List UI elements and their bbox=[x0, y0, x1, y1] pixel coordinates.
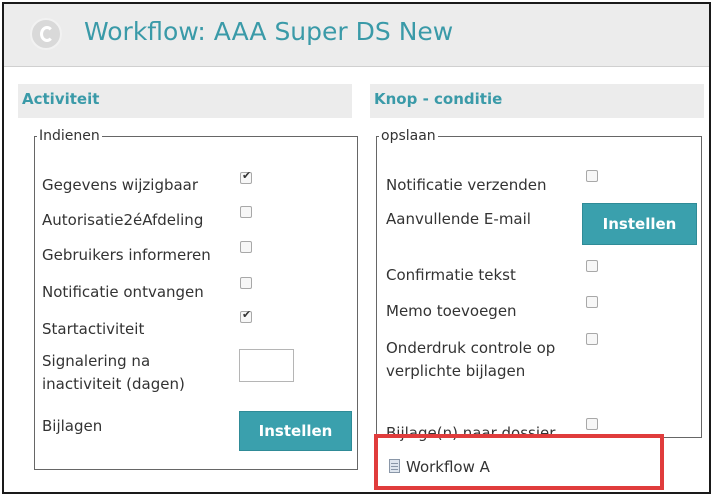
onderdruk-controle-checkbox[interactable] bbox=[586, 333, 598, 345]
knop-conditie-header-label: Knop - conditie bbox=[374, 90, 503, 108]
autorisatie-afdeling-checkbox[interactable] bbox=[240, 206, 252, 218]
workflow-window: Workflow: AAA Super DS New Activiteit Kn… bbox=[2, 2, 711, 494]
bijlagen-label: Bijlagen bbox=[42, 417, 103, 435]
email-instellen-button[interactable]: Instellen bbox=[582, 203, 697, 245]
page-title: Workflow: AAA Super DS New bbox=[84, 17, 454, 46]
onderdruk-controle-label-line1: Onderdruk controle op bbox=[386, 339, 556, 357]
aanvullende-email-label: Aanvullende E-mail bbox=[386, 210, 531, 228]
gegevens-wijzigbaar-label: Gegevens wijzigbaar bbox=[42, 176, 199, 194]
indienen-legend: Indienen bbox=[39, 128, 100, 144]
signalering-label-line2: inactiviteit (dagen) bbox=[42, 375, 185, 393]
gegevens-wijzigbaar-checkbox[interactable] bbox=[240, 169, 252, 184]
knop-conditie-header: Knop - conditie bbox=[370, 84, 704, 118]
activiteit-header: Activiteit bbox=[18, 84, 352, 118]
app-logo-icon bbox=[30, 18, 62, 50]
notificatie-verzenden-label: Notificatie verzenden bbox=[386, 176, 547, 194]
confirmatie-tekst-label: Confirmatie tekst bbox=[386, 266, 516, 284]
activiteit-header-label: Activiteit bbox=[22, 90, 100, 108]
gebruikers-informeren-label: Gebruikers informeren bbox=[42, 246, 211, 264]
workflow-a-link[interactable]: Workflow A bbox=[406, 456, 490, 478]
bijlage-naar-dossier-checkbox[interactable] bbox=[586, 418, 598, 430]
memo-toevoegen-checkbox[interactable] bbox=[586, 296, 598, 308]
title-bar: Workflow: AAA Super DS New bbox=[4, 4, 709, 67]
startactiviteit-label: Startactiviteit bbox=[42, 320, 145, 338]
confirmatie-tekst-checkbox[interactable] bbox=[586, 260, 598, 272]
notificatie-verzenden-checkbox[interactable] bbox=[586, 170, 598, 182]
onderdruk-controle-label-line2: verplichte bijlagen bbox=[386, 362, 526, 380]
signalering-label-line1: Signalering na bbox=[42, 352, 151, 370]
gebruikers-informeren-checkbox[interactable] bbox=[240, 241, 252, 253]
autorisatie-afdeling-label: Autorisatie2éAfdeling bbox=[42, 211, 204, 229]
bijlagen-instellen-button[interactable]: Instellen bbox=[239, 411, 352, 451]
notificatie-ontvangen-label: Notificatie ontvangen bbox=[42, 283, 204, 301]
document-icon bbox=[389, 459, 400, 473]
opslaan-legend: opslaan bbox=[381, 128, 436, 144]
notificatie-ontvangen-checkbox[interactable] bbox=[240, 277, 252, 289]
memo-toevoegen-label: Memo toevoegen bbox=[386, 302, 517, 320]
startactiviteit-checkbox[interactable] bbox=[240, 308, 252, 323]
signalering-input[interactable] bbox=[239, 349, 294, 382]
